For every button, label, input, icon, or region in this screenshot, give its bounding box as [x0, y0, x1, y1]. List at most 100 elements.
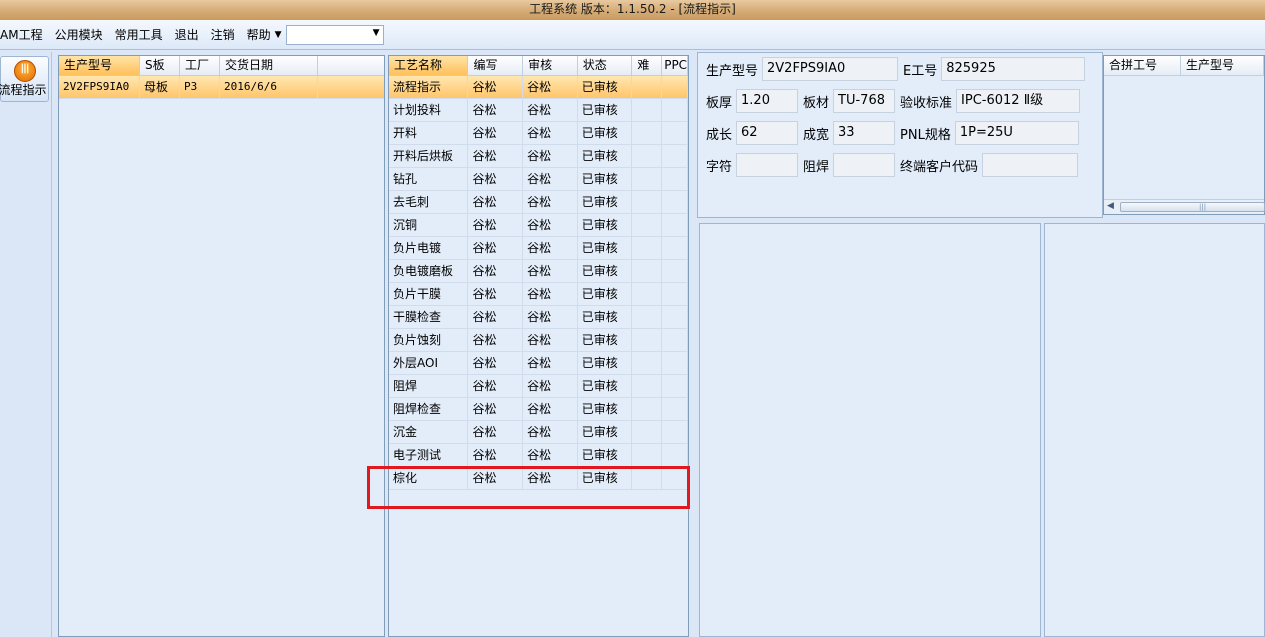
cell-reviewer: 谷松 [523, 467, 578, 489]
menu-logout[interactable]: 注销 [207, 20, 239, 50]
nav-panel: 流程指示 [0, 52, 52, 637]
menu-overflow-arrow-icon[interactable]: ▼ [275, 30, 282, 40]
table-row[interactable]: 负片干膜 谷松 谷松 已审核 [389, 283, 688, 306]
character-label: 字符 [706, 159, 733, 175]
cell-process-name: 阻焊检查 [389, 398, 469, 420]
table-row[interactable]: 负片电镀 谷松 谷松 已审核 [389, 237, 688, 260]
flow-instruction-button[interactable]: 流程指示 [0, 56, 49, 102]
col-delivery-date-header[interactable]: 交货日期 [220, 56, 318, 75]
table-row[interactable]: 沉铜 谷松 谷松 已审核 [389, 214, 688, 237]
menu-combo-box[interactable]: ▼ [285, 24, 384, 45]
cell-reviewer: 谷松 [523, 214, 578, 236]
table-row[interactable]: 负电镀磨板 谷松 谷松 已审核 [389, 260, 688, 283]
menu-am-project[interactable]: AM工程 [0, 20, 47, 50]
cell-status: 已审核 [578, 191, 633, 213]
table-row[interactable]: 棕化 谷松 谷松 已审核 [389, 467, 688, 490]
pnl-spec-label: PNL规格 [900, 127, 951, 143]
col-s-board-header[interactable]: S板 [140, 56, 180, 75]
cell-status: 已审核 [578, 444, 633, 466]
col-factory-header[interactable]: 工厂 [180, 56, 220, 75]
table-row[interactable]: 沉金 谷松 谷松 已审核 [389, 421, 688, 444]
cell-author: 谷松 [468, 76, 524, 98]
table-row[interactable]: 阻焊检查 谷松 谷松 已审核 [389, 398, 688, 421]
menu-help[interactable]: 帮助 [243, 20, 275, 50]
solder-mask-field[interactable] [833, 153, 896, 177]
table-row[interactable]: 2V2FPS9IA0 母板 P3 2016/6/6 [59, 76, 384, 99]
cell-ppc [662, 398, 688, 420]
table-row[interactable]: 开料 谷松 谷松 已审核 [389, 122, 688, 145]
customer-code-field[interactable] [982, 153, 1079, 177]
cell-difficulty [632, 260, 663, 282]
cell-difficulty [632, 99, 663, 121]
cell-status: 已审核 [578, 145, 633, 167]
cell-reviewer: 谷松 [523, 191, 578, 213]
cell-s-board: 母板 [140, 76, 180, 98]
menu-common-tools[interactable]: 常用工具 [111, 20, 167, 50]
menu-bar: AM工程 公用模块 常用工具 退出 注销 帮助 ▼ ▼ [0, 20, 1265, 50]
table-row[interactable]: 计划投料 谷松 谷松 已审核 [389, 99, 688, 122]
cell-ppc [662, 444, 688, 466]
table-row[interactable]: 负片蚀刻 谷松 谷松 已审核 [389, 329, 688, 352]
cell-status: 已审核 [578, 467, 633, 489]
col-ppc-header[interactable]: PPC [662, 56, 688, 75]
material-label: 板材 [803, 95, 830, 111]
col-merge-no-header[interactable]: 合拼工号 [1104, 56, 1182, 75]
cell-status: 已审核 [578, 329, 633, 351]
cell-difficulty [632, 352, 663, 374]
process-grid: 工艺名称 编写 审核 状态 难 PPC 流程指示 谷松 谷松 已审核 计划投料 谷松 谷松已… [388, 55, 689, 637]
pnl-spec-field[interactable]: 1P=25U [954, 121, 1079, 145]
col-difficulty-header[interactable]: 难 [632, 56, 663, 75]
table-row[interactable]: 流程指示 谷松 谷松 已审核 [389, 76, 688, 99]
col-status-header[interactable]: 状态 [578, 56, 633, 75]
model-field[interactable]: 2V2FPS9IA0 [762, 57, 899, 81]
chevron-down-icon[interactable]: ▼ [373, 28, 380, 38]
cell-status: 已审核 [578, 122, 633, 144]
col-reviewer-header[interactable]: 审核 [523, 56, 578, 75]
thickness-label: 板厚 [706, 95, 733, 111]
material-field[interactable]: TU-768 [833, 89, 896, 113]
col-process-name-header[interactable]: 工艺名称 [389, 56, 469, 75]
cell-status: 已审核 [578, 76, 633, 98]
horizontal-scrollbar[interactable]: ◀ ||| [1104, 199, 1265, 214]
cell-reviewer: 谷松 [523, 329, 578, 351]
cell-reviewer: 谷松 [523, 306, 578, 328]
cell-ppc [662, 283, 688, 305]
cell-reviewer: 谷松 [523, 444, 578, 466]
standard-field[interactable]: IPC-6012 Ⅱ级 [956, 89, 1081, 113]
cell-author: 谷松 [468, 306, 524, 328]
table-row[interactable]: 干膜检查 谷松 谷松 已审核 [389, 306, 688, 329]
cell-ppc [662, 99, 688, 121]
order-grid: 生产型号 S板 工厂 交货日期 2V2FPS9IA0 母板 P3 2016/6/6 [58, 55, 385, 637]
cell-model: 2V2FPS9IA0 [59, 76, 140, 98]
table-row[interactable]: 电子测试 谷松 谷松 已审核 [389, 444, 688, 467]
e-no-field[interactable]: 825925 [941, 57, 1086, 81]
length-label: 成长 [706, 127, 733, 143]
table-row[interactable]: 外层AOI 谷松 谷松 已审核 [389, 352, 688, 375]
menu-exit[interactable]: 退出 [171, 20, 203, 50]
solder-mask-label: 阻焊 [803, 159, 830, 175]
thickness-field[interactable]: 1.20 [736, 89, 799, 113]
character-field[interactable] [736, 153, 799, 177]
table-row[interactable]: 钻孔 谷松 谷松 已审核 [389, 168, 688, 191]
length-field[interactable]: 62 [736, 121, 799, 145]
scroll-left-icon[interactable]: ◀ [1107, 201, 1114, 211]
scrollbar-thumb[interactable]: ||| [1120, 202, 1265, 212]
cell-difficulty [632, 237, 663, 259]
col-model-header[interactable]: 生产型号 [59, 56, 140, 75]
table-row[interactable]: 去毛刺 谷松 谷松 已审核 [389, 191, 688, 214]
cell-ppc [662, 168, 688, 190]
cell-status: 已审核 [578, 375, 633, 397]
cell-status: 已审核 [578, 99, 633, 121]
width-field[interactable]: 33 [833, 121, 896, 145]
menu-common-modules[interactable]: 公用模块 [51, 20, 107, 50]
cell-process-name: 沉铜 [389, 214, 469, 236]
table-row[interactable]: 开料后烘板 谷松 谷松 已审核 [389, 145, 688, 168]
cell-status: 已审核 [578, 398, 633, 420]
col-author-header[interactable]: 编写 [468, 56, 524, 75]
col-merge-model-header[interactable]: 生产型号 [1181, 56, 1264, 75]
cell-difficulty [632, 122, 663, 144]
cell-author: 谷松 [468, 122, 524, 144]
cell-ppc [662, 375, 688, 397]
table-row[interactable]: 阻焊 谷松 谷松 已审核 [389, 375, 688, 398]
cell-ppc [662, 467, 688, 489]
